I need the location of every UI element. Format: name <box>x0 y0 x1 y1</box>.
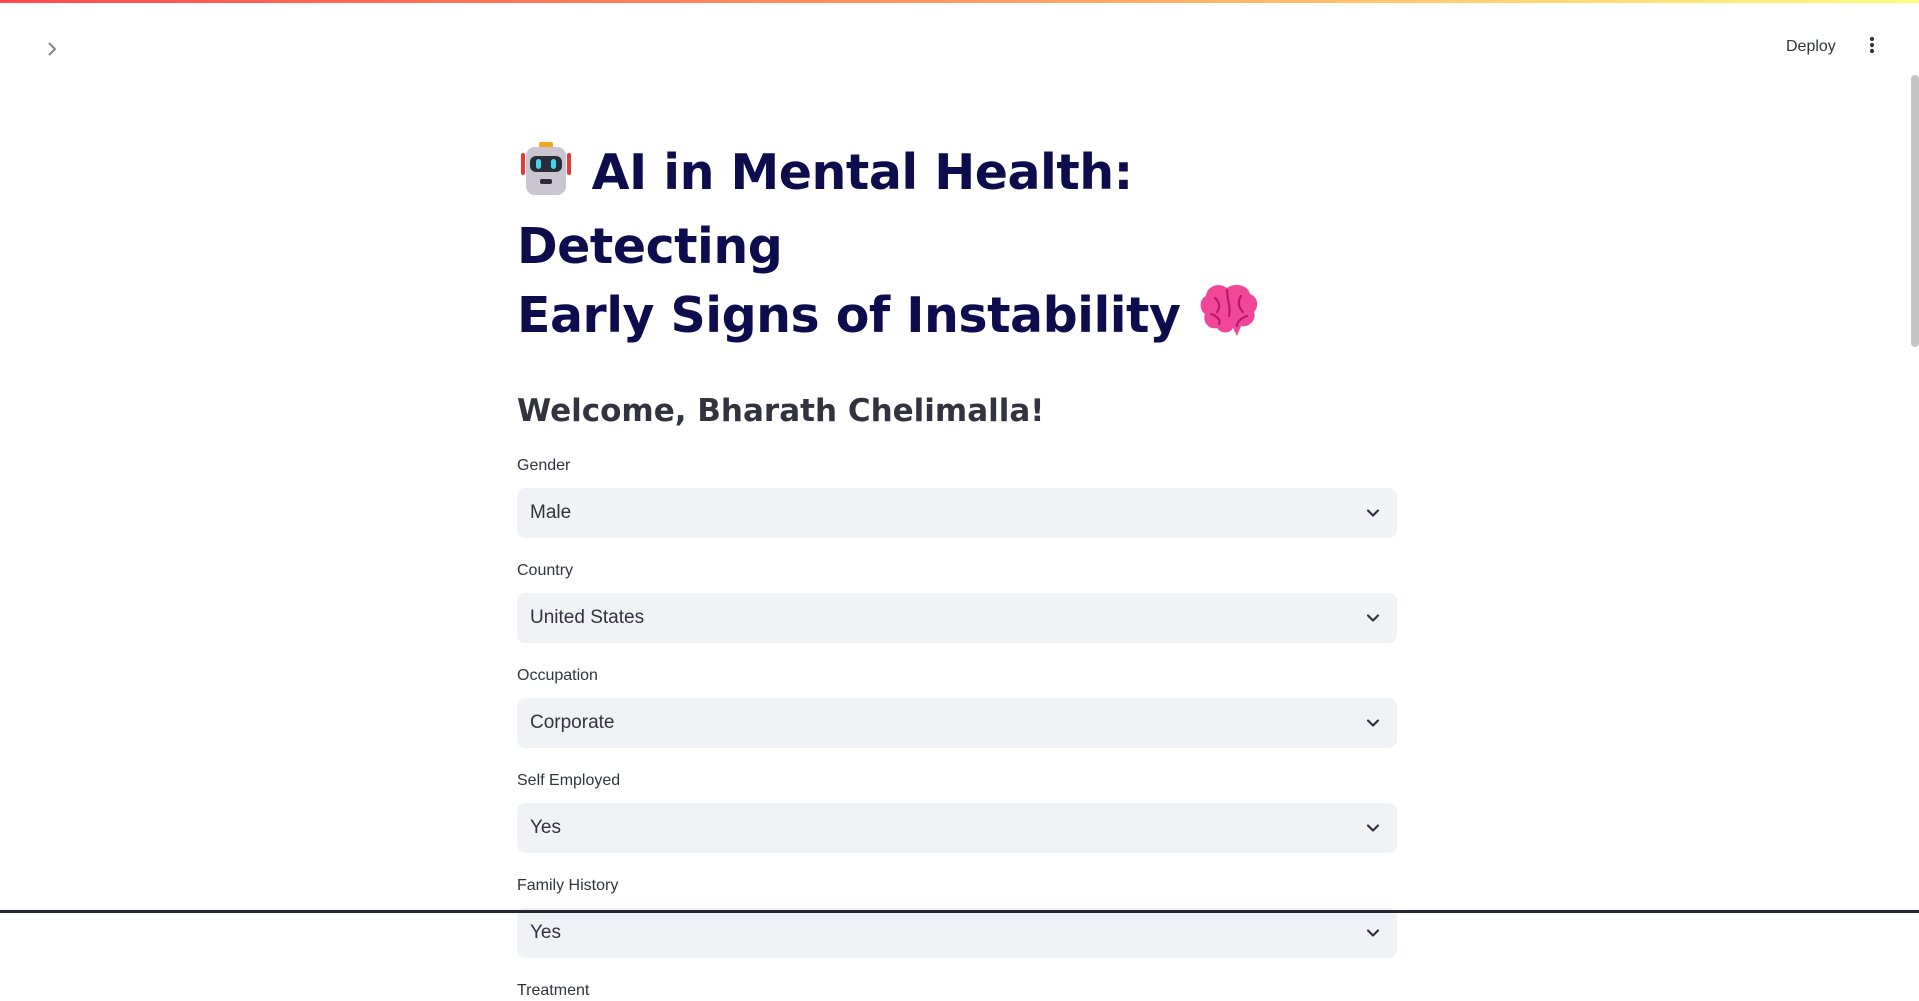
chevron-down-icon <box>1363 608 1383 628</box>
self-employed-field: Self Employed Yes <box>517 771 1397 853</box>
family-history-label: Family History <box>517 876 1397 896</box>
self-employed-select[interactable]: Yes <box>517 803 1397 853</box>
self-employed-label: Self Employed <box>517 771 1397 791</box>
title-line-1: AI in Mental Health: Detecting <box>517 144 1133 275</box>
main-menu-button[interactable] <box>1858 33 1886 61</box>
treatment-label: Treatment <box>517 981 1397 1001</box>
deploy-button[interactable]: Deploy <box>1772 33 1850 61</box>
app-header: Deploy <box>0 3 1919 83</box>
treatment-field: Treatment <box>517 981 1397 1001</box>
gender-select-value: Male <box>530 502 571 524</box>
country-select[interactable]: United States <box>517 593 1397 643</box>
self-employed-select-value: Yes <box>530 817 561 839</box>
brain-emoji-icon <box>1197 280 1261 357</box>
gender-select[interactable]: Male <box>517 488 1397 538</box>
gender-field: Gender Male <box>517 456 1397 538</box>
chevron-down-icon <box>1363 713 1383 733</box>
welcome-heading: Welcome, Bharath Chelimalla! <box>517 389 1397 433</box>
chevron-down-icon <box>1363 923 1383 943</box>
chevron-right-icon <box>44 41 60 62</box>
robot-emoji-icon <box>517 141 575 214</box>
kebab-menu-icon <box>1869 36 1875 59</box>
family-history-select-value: Yes <box>530 922 561 944</box>
chevron-down-icon <box>1363 503 1383 523</box>
main-content: AI in Mental Health: Detecting Early Sig… <box>517 140 1397 1001</box>
sidebar-toggle-button[interactable] <box>38 37 66 65</box>
family-history-field: Family History Yes <box>517 876 1397 958</box>
occupation-select-value: Corporate <box>530 712 615 734</box>
occupation-field: Occupation Corporate <box>517 666 1397 748</box>
title-line-2: Early Signs of Instability <box>517 287 1180 344</box>
country-label: Country <box>517 561 1397 581</box>
chevron-down-icon <box>1363 818 1383 838</box>
country-select-value: United States <box>530 607 644 629</box>
occupation-select[interactable]: Corporate <box>517 698 1397 748</box>
family-history-select[interactable]: Yes <box>517 908 1397 958</box>
country-field: Country United States <box>517 561 1397 643</box>
occupation-label: Occupation <box>517 666 1397 686</box>
page-scrollbar[interactable] <box>1911 75 1919 347</box>
page-title: AI in Mental Health: Detecting Early Sig… <box>517 140 1397 357</box>
gender-label: Gender <box>517 456 1397 476</box>
